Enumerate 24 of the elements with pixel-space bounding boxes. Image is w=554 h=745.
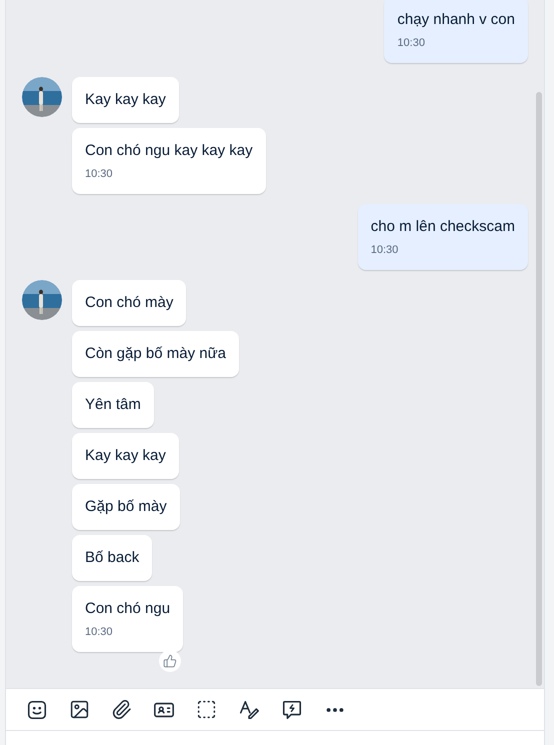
message-text: Gặp bố mày xyxy=(85,497,167,517)
quick-message-icon[interactable] xyxy=(281,698,303,720)
message-text: Con chó ngu xyxy=(85,599,170,619)
sticker-icon[interactable] xyxy=(26,698,48,720)
message-text: Bố back xyxy=(85,548,140,568)
message-text: Kay kay kay xyxy=(85,446,166,466)
message-text: Còn gặp bố mày nữa xyxy=(85,344,226,364)
screenshot-icon[interactable] xyxy=(196,699,217,720)
scrollbar[interactable] xyxy=(536,92,542,686)
thumbs-up-icon xyxy=(163,654,178,668)
like-reaction-button[interactable] xyxy=(159,650,182,672)
message-text: cho m lên checkscam xyxy=(370,217,515,237)
message-text: Kay kay kay xyxy=(85,90,166,110)
paperclip-icon[interactable] xyxy=(111,699,132,720)
message-text: chạy nhanh v con xyxy=(397,10,515,30)
message-time: 10:30 xyxy=(397,36,426,50)
image-icon[interactable] xyxy=(69,699,90,720)
message-time: 10:30 xyxy=(85,167,114,181)
message-text: Yên tâm xyxy=(85,395,141,415)
text-format-icon[interactable] xyxy=(238,698,260,720)
message-time: 10:30 xyxy=(85,625,114,639)
message-text: Con chó ngu kay kay kay xyxy=(85,141,253,161)
message-text: Con chó mày xyxy=(85,293,174,313)
message-time: 10:30 xyxy=(370,243,400,257)
